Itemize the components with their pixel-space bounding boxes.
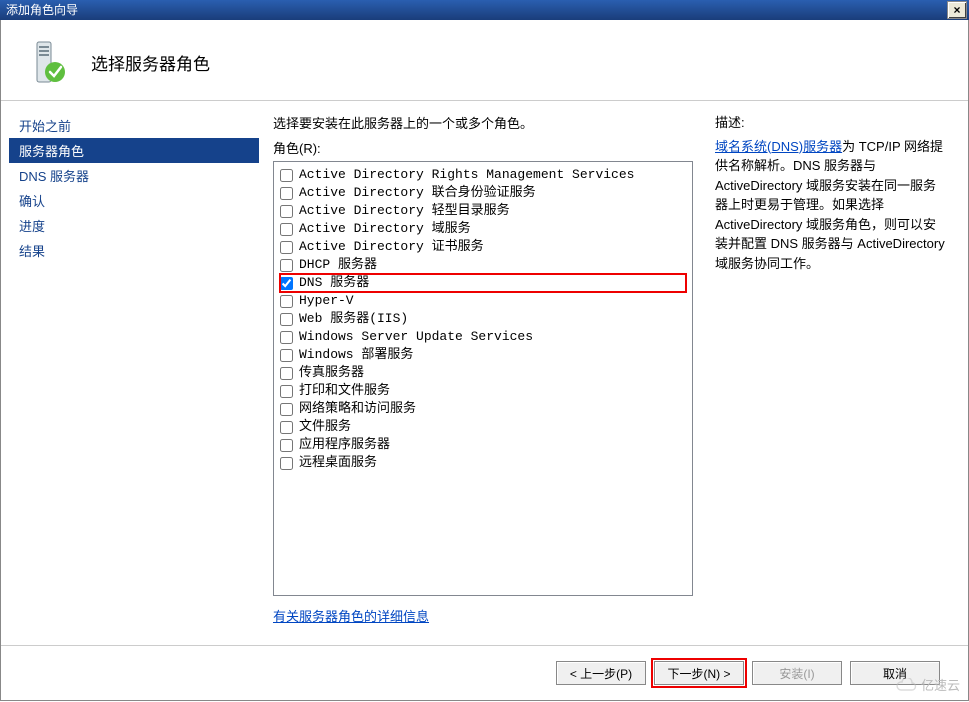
role-label: Active Directory 联合身份验证服务 <box>299 185 536 201</box>
wizard-footer: < 上一步(P) 下一步(N) > 安装(I) 取消 <box>1 645 968 700</box>
role-row[interactable]: DHCP 服务器 <box>280 256 686 274</box>
role-checkbox[interactable] <box>280 457 293 470</box>
role-checkbox[interactable] <box>280 367 293 380</box>
sidebar-item-2[interactable]: DNS 服务器 <box>9 163 259 188</box>
next-button[interactable]: 下一步(N) > <box>654 661 744 685</box>
role-label: 文件服务 <box>299 419 351 435</box>
role-row[interactable]: 打印和文件服务 <box>280 382 686 400</box>
sidebar-item-0[interactable]: 开始之前 <box>9 113 259 138</box>
back-button[interactable]: < 上一步(P) <box>556 661 646 685</box>
main-pane: 选择要安装在此服务器上的一个或多个角色。 角色(R): Active Direc… <box>267 101 968 631</box>
wizard-header: 选择服务器角色 <box>1 20 968 101</box>
role-checkbox[interactable] <box>280 277 293 290</box>
role-row[interactable]: Active Directory 域服务 <box>280 220 686 238</box>
install-button[interactable]: 安装(I) <box>752 661 842 685</box>
role-label: Windows Server Update Services <box>299 329 533 345</box>
roles-help-link[interactable]: 有关服务器角色的详细信息 <box>273 609 429 624</box>
role-checkbox[interactable] <box>280 349 293 362</box>
description-link[interactable]: 域名系统(DNS)服务器 <box>715 139 842 154</box>
close-icon: × <box>953 0 960 20</box>
role-label: DHCP 服务器 <box>299 257 377 273</box>
server-role-icon <box>21 38 69 86</box>
close-button[interactable]: × <box>947 1 967 19</box>
window-body: 选择服务器角色 开始之前服务器角色DNS 服务器确认进度结果 选择要安装在此服务… <box>0 20 969 701</box>
role-label: Hyper-V <box>299 293 354 309</box>
role-label: 远程桌面服务 <box>299 455 377 471</box>
role-row[interactable]: Windows 部署服务 <box>280 346 686 364</box>
role-checkbox[interactable] <box>280 187 293 200</box>
role-row[interactable]: 文件服务 <box>280 418 686 436</box>
description-text: 域名系统(DNS)服务器为 TCP/IP 网络提供名称解析。DNS 服务器与 A… <box>715 137 948 274</box>
role-label: 传真服务器 <box>299 365 364 381</box>
sidebar-item-4[interactable]: 进度 <box>9 213 259 238</box>
role-label: Windows 部署服务 <box>299 347 413 363</box>
role-row[interactable]: 传真服务器 <box>280 364 686 382</box>
role-row[interactable]: Active Directory 证书服务 <box>280 238 686 256</box>
sidebar-item-3[interactable]: 确认 <box>9 188 259 213</box>
role-checkbox[interactable] <box>280 241 293 254</box>
role-row[interactable]: Hyper-V <box>280 292 686 310</box>
wizard-sidebar: 开始之前服务器角色DNS 服务器确认进度结果 <box>1 101 267 631</box>
role-label: Web 服务器(IIS) <box>299 311 408 327</box>
role-checkbox[interactable] <box>280 403 293 416</box>
role-label: 应用程序服务器 <box>299 437 390 453</box>
role-row[interactable]: 网络策略和访问服务 <box>280 400 686 418</box>
roles-label: 角色(R): <box>273 138 693 157</box>
role-checkbox[interactable] <box>280 169 293 182</box>
cancel-button[interactable]: 取消 <box>850 661 940 685</box>
role-row[interactable]: 应用程序服务器 <box>280 436 686 454</box>
sidebar-item-1[interactable]: 服务器角色 <box>9 138 259 163</box>
content-area: 开始之前服务器角色DNS 服务器确认进度结果 选择要安装在此服务器上的一个或多个… <box>1 101 968 631</box>
role-checkbox[interactable] <box>280 385 293 398</box>
roles-listbox[interactable]: Active Directory Rights Management Servi… <box>273 161 693 596</box>
role-label: 打印和文件服务 <box>299 383 390 399</box>
window-title: 添加角色向导 <box>6 0 78 20</box>
role-checkbox[interactable] <box>280 421 293 434</box>
role-row[interactable]: Active Directory Rights Management Servi… <box>280 166 686 184</box>
role-checkbox[interactable] <box>280 331 293 344</box>
role-checkbox[interactable] <box>280 223 293 236</box>
role-checkbox[interactable] <box>280 313 293 326</box>
description-body: 为 TCP/IP 网络提供名称解析。DNS 服务器与 ActiveDirecto… <box>715 139 945 271</box>
role-label: 网络策略和访问服务 <box>299 401 416 417</box>
role-label: Active Directory Rights Management Servi… <box>299 167 634 183</box>
role-label: Active Directory 轻型目录服务 <box>299 203 510 219</box>
role-label: DNS 服务器 <box>299 275 369 291</box>
description-title: 描述: <box>715 113 948 133</box>
role-checkbox[interactable] <box>280 205 293 218</box>
description-pane: 描述: 域名系统(DNS)服务器为 TCP/IP 网络提供名称解析。DNS 服务… <box>693 113 958 625</box>
page-title: 选择服务器角色 <box>91 50 210 75</box>
instruction-text: 选择要安装在此服务器上的一个或多个角色。 <box>273 113 693 132</box>
role-label: Active Directory 域服务 <box>299 221 471 237</box>
role-checkbox[interactable] <box>280 295 293 308</box>
roles-pane: 选择要安装在此服务器上的一个或多个角色。 角色(R): Active Direc… <box>273 113 693 625</box>
role-row[interactable]: Active Directory 轻型目录服务 <box>280 202 686 220</box>
role-row[interactable]: DNS 服务器 <box>280 274 686 292</box>
roles-help-link-container: 有关服务器角色的详细信息 <box>273 606 693 625</box>
role-row[interactable]: Active Directory 联合身份验证服务 <box>280 184 686 202</box>
role-row[interactable]: Windows Server Update Services <box>280 328 686 346</box>
role-label: Active Directory 证书服务 <box>299 239 484 255</box>
role-checkbox[interactable] <box>280 439 293 452</box>
role-row[interactable]: 远程桌面服务 <box>280 454 686 472</box>
titlebar: 添加角色向导 × <box>0 0 969 20</box>
sidebar-item-5[interactable]: 结果 <box>9 238 259 263</box>
role-checkbox[interactable] <box>280 259 293 272</box>
role-row[interactable]: Web 服务器(IIS) <box>280 310 686 328</box>
